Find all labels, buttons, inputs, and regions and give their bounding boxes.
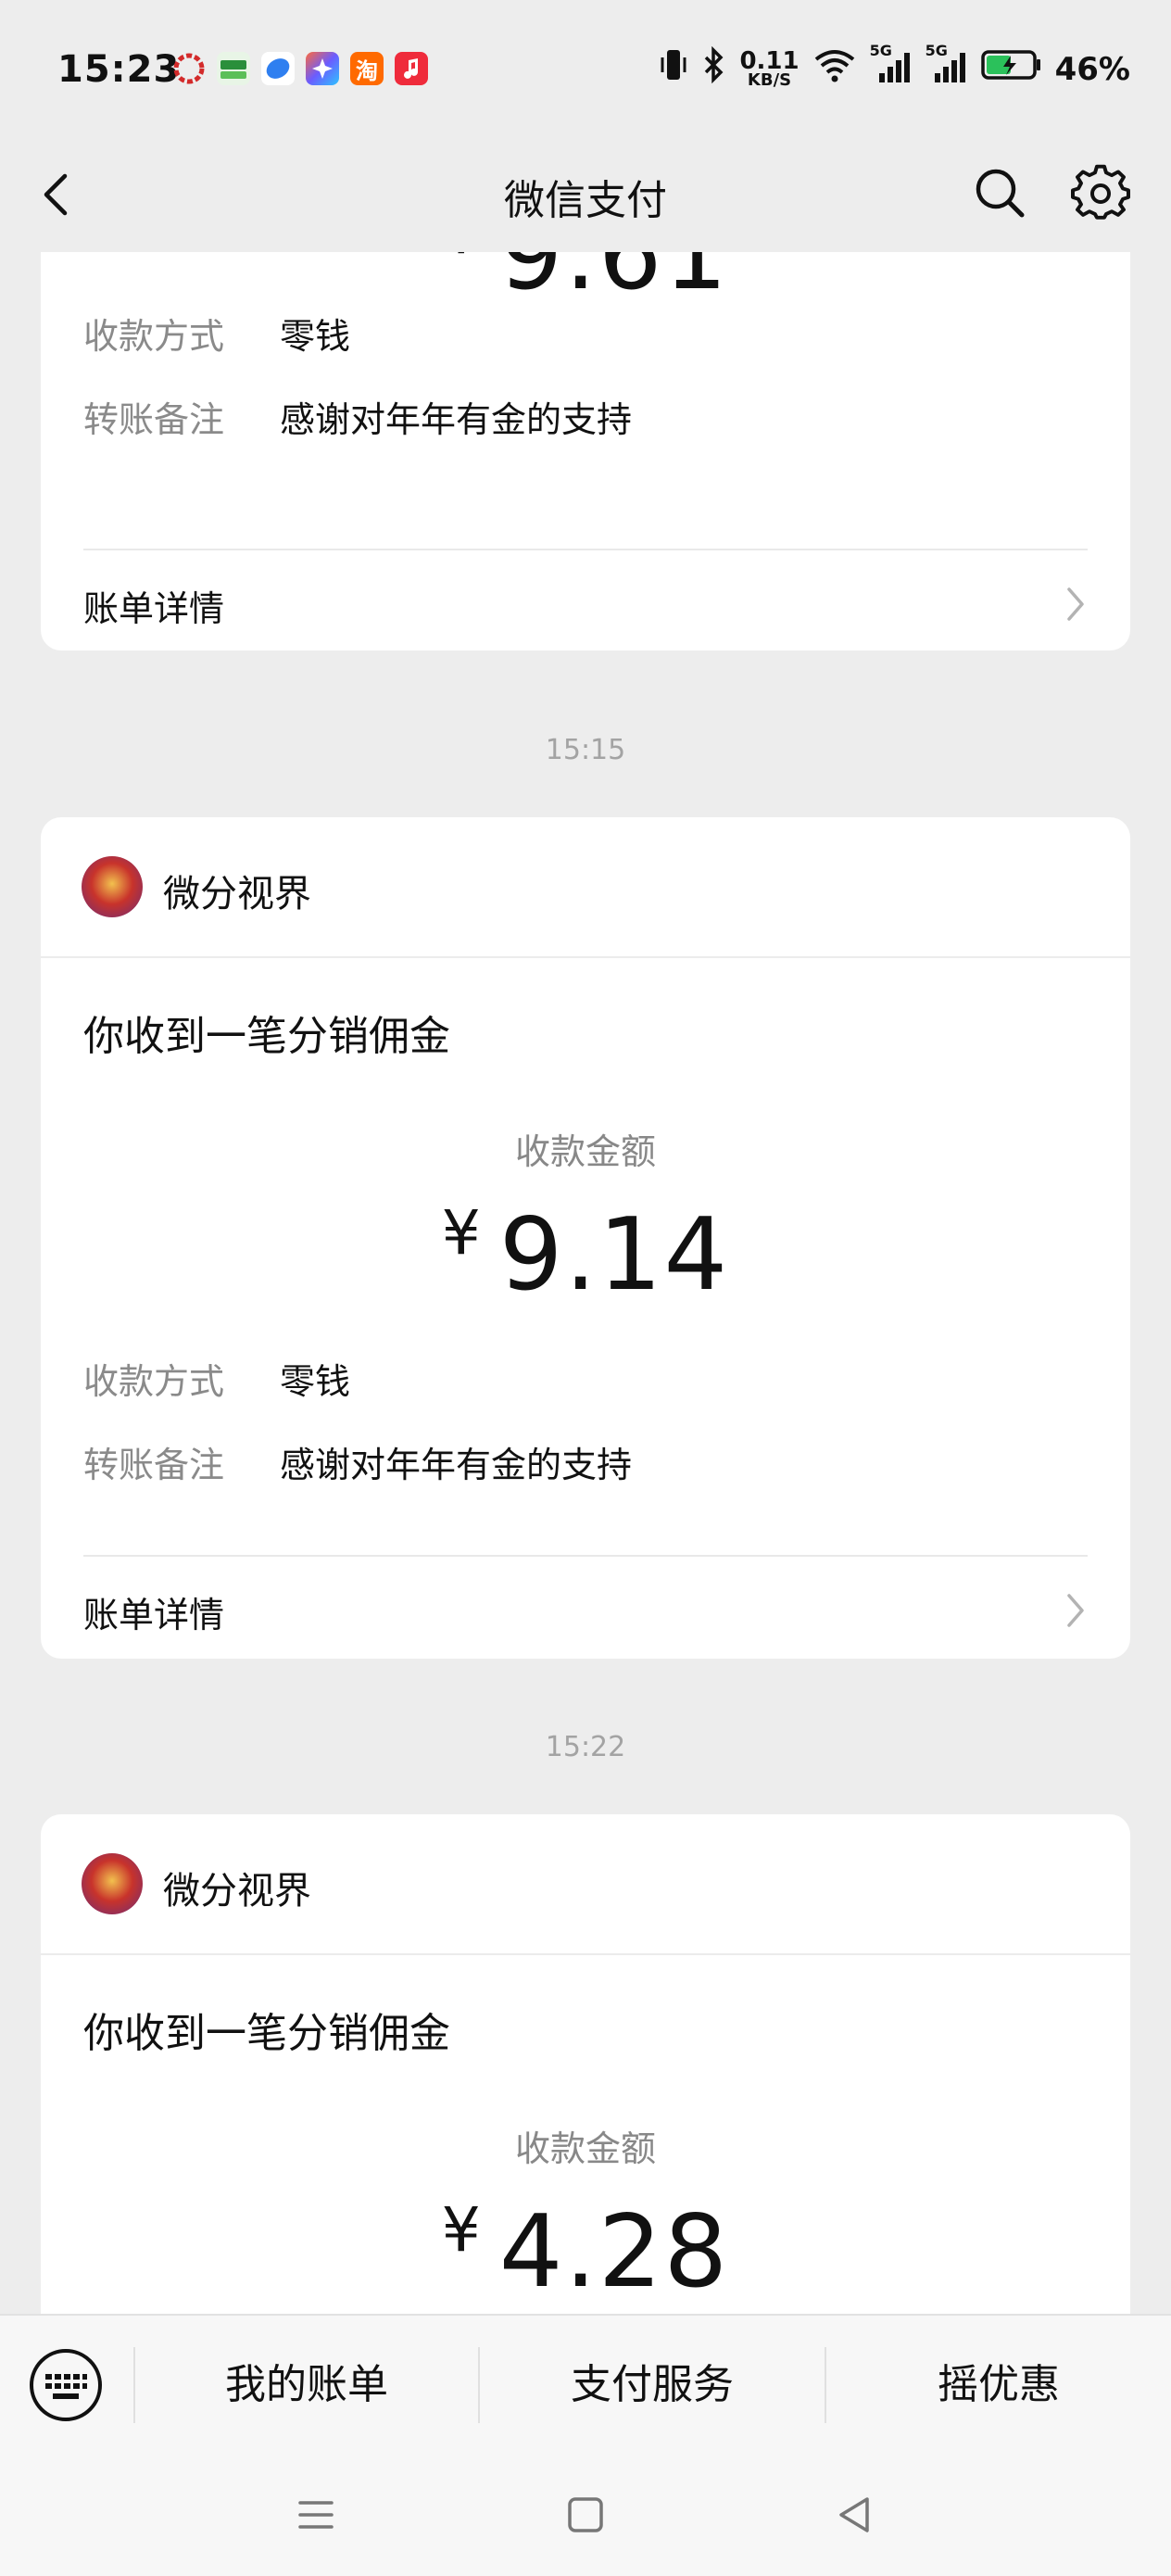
- menu-shake-offers[interactable]: 摇优惠: [826, 2316, 1171, 2455]
- bill-detail-link[interactable]: 账单详情: [83, 1555, 1088, 1659]
- payment-card: 微分视界 你收到一笔分销佣金 收款金额 ¥4.28: [41, 1814, 1130, 2314]
- amount-value: ¥4.28: [441, 2194, 730, 2310]
- wifi-icon: [812, 46, 857, 92]
- merchant-header[interactable]: 微分视界: [41, 817, 1130, 958]
- message-title: 你收到一笔分销佣金: [83, 1013, 450, 1060]
- menu-payment-services[interactable]: 支付服务: [480, 2316, 825, 2455]
- net-speed: 0.11 KB/S: [739, 46, 800, 90]
- taobao-icon: 淘: [350, 52, 384, 85]
- chevron-right-icon: [1067, 587, 1084, 621]
- music-icon: [395, 52, 428, 85]
- signal-icon-2: 5G: [925, 42, 968, 90]
- message-timestamp: 15:22: [545, 1731, 626, 1763]
- gear-icon: [1071, 164, 1130, 220]
- home-button[interactable]: [562, 2492, 609, 2538]
- search-icon: [976, 169, 1025, 218]
- keyboard-icon: [30, 2349, 102, 2421]
- notification-app-icons: 淘: [172, 52, 428, 85]
- vibrate-icon: [658, 46, 689, 92]
- merchant-avatar: [82, 856, 143, 917]
- battery-percent: 46%: [1054, 50, 1130, 88]
- oppo-icon: [217, 52, 250, 85]
- settings-button[interactable]: [1071, 164, 1130, 223]
- back-nav-button[interactable]: [832, 2492, 878, 2538]
- browser-icon: [261, 52, 295, 85]
- payment-method-row: 收款方式 零钱: [83, 316, 351, 357]
- chevron-right-icon: [1067, 1594, 1084, 1627]
- merchant-name: 微分视界: [163, 1870, 311, 1913]
- merchant-avatar: [82, 1853, 143, 1914]
- amount-value: ¥9.14: [441, 1197, 730, 1313]
- photos-icon: [306, 52, 339, 85]
- amount-label: 收款金额: [514, 1131, 656, 1172]
- bill-detail-link[interactable]: 账单详情: [83, 549, 1088, 652]
- recent-apps-button[interactable]: [293, 2492, 339, 2538]
- signal-icon-1: 5G: [870, 42, 913, 90]
- system-nav-bar: [0, 2453, 1171, 2576]
- keyboard-toggle-button[interactable]: [28, 2347, 104, 2423]
- battery-icon: [980, 46, 1042, 92]
- amount-value: ¥9.61: [442, 252, 730, 312]
- search-button[interactable]: [971, 164, 1028, 221]
- transfer-note-row: 转账备注 感谢对年年有金的支持: [83, 1445, 633, 1485]
- bottom-menu-bar: 我的账单 支付服务 摇优惠: [0, 2314, 1171, 2455]
- message-list[interactable]: ¥9.61 收款方式零钱 转账备注感谢对年年有金的支持 账单详情 15:15 微…: [0, 252, 1171, 2314]
- message-timestamp: 15:15: [545, 734, 626, 766]
- menu-my-bills[interactable]: 我的账单: [135, 2316, 478, 2455]
- status-bar: 15:23 淘 0.11 KB/S 5G 5G 46%: [0, 0, 1171, 139]
- merchant-header[interactable]: 微分视界: [41, 1814, 1130, 1955]
- bluetooth-icon: [702, 45, 726, 92]
- merchant-name: 微分视界: [163, 873, 311, 915]
- top-app-bar: 微信支付: [0, 139, 1171, 252]
- payment-method-row: 收款方式 零钱: [83, 1361, 351, 1402]
- amount-label: 收款金额: [514, 2128, 656, 2169]
- transfer-note-row: 转账备注 感谢对年年有金的支持: [83, 399, 633, 440]
- message-title: 你收到一笔分销佣金: [83, 2010, 450, 2057]
- status-indicators: 0.11 KB/S 5G 5G 46%: [658, 42, 1130, 92]
- unicom-icon: [172, 52, 206, 85]
- payment-card: ¥9.61 收款方式零钱 转账备注感谢对年年有金的支持 账单详情: [41, 252, 1130, 650]
- status-time: 15:23: [57, 48, 181, 91]
- payment-card: 微分视界 你收到一笔分销佣金 收款金额 ¥9.14 收款方式 零钱 转账备注 感谢对…: [41, 817, 1130, 1659]
